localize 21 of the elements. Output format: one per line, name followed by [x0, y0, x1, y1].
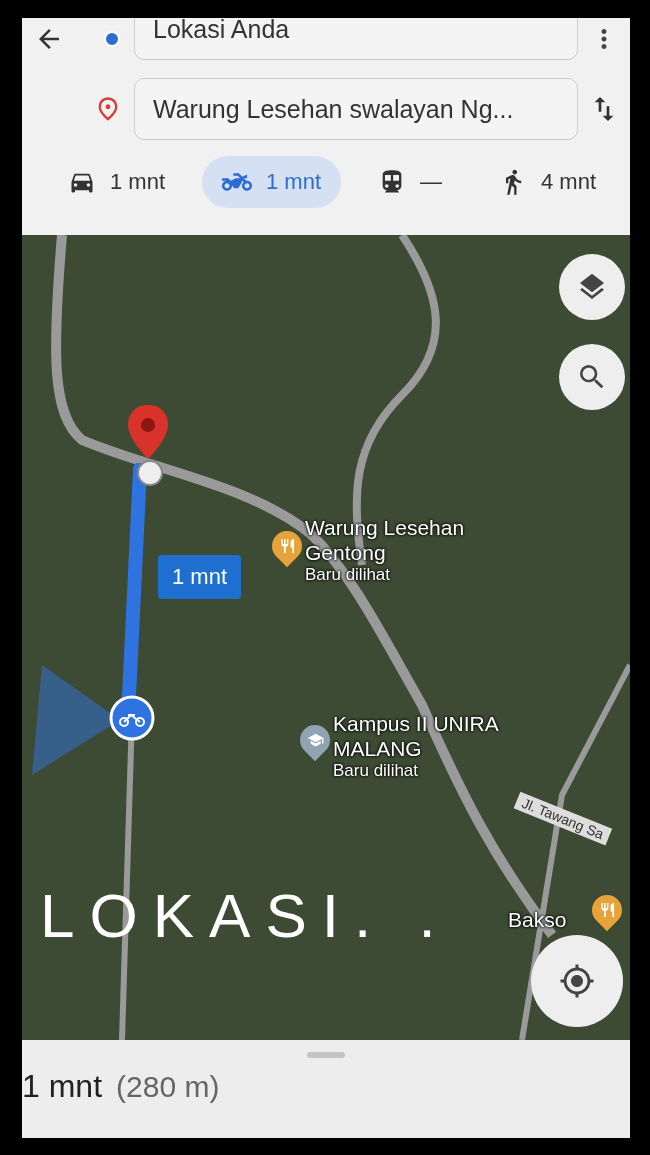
motorbike-location-icon — [109, 695, 155, 741]
location-target-icon — [559, 963, 595, 999]
travel-mode-tab[interactable]: 1 mnt — [202, 156, 342, 208]
place-note: Baru dilihat — [333, 761, 420, 781]
travel-mode-tab[interactable]: — — [358, 156, 462, 208]
place-name[interactable]: Bakso — [508, 907, 578, 932]
place-name[interactable]: Warung Lesehan Gentong — [305, 515, 495, 565]
bottom-sheet[interactable]: 1 mnt (280 m) — [22, 1040, 630, 1138]
origin-field[interactable]: Lokasi Anda — [134, 18, 578, 60]
place-note: Baru dilihat — [305, 565, 392, 585]
trip-duration: 1 mnt — [22, 1068, 103, 1105]
drag-handle[interactable] — [307, 1052, 345, 1058]
destination-field[interactable]: Warung Lesehan swalayan Ng... — [134, 78, 578, 140]
overlay-caption: LOKASI. . — [40, 880, 451, 951]
trip-distance: (280 m) — [116, 1070, 220, 1104]
destination-marker-icon — [126, 403, 170, 489]
travel-mode-tab[interactable]: 4 mnt — [478, 156, 616, 208]
place-name[interactable]: Kampus II UNIRA MALANG — [333, 711, 533, 761]
origin-dot-icon — [104, 31, 120, 47]
travel-mode-tab[interactable]: 1 mnt — [48, 156, 186, 208]
route-time-label: 1 mnt — [158, 555, 242, 599]
